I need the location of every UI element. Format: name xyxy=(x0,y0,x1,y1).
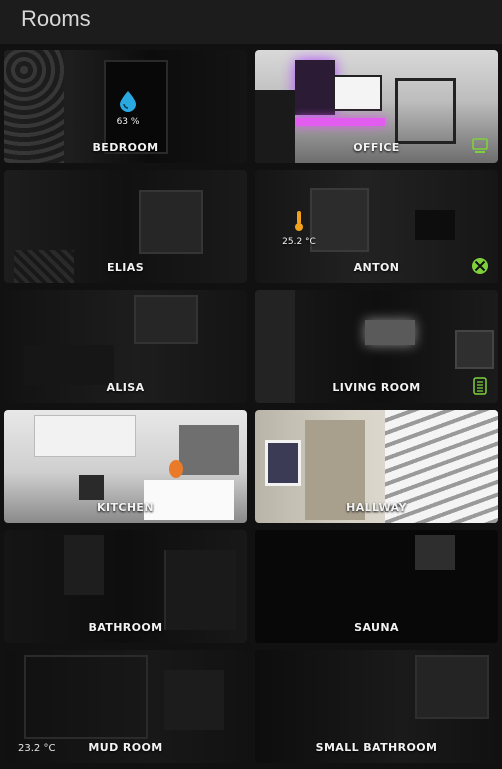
room-tile-mud-room[interactable]: 23.2 °C MUD ROOM xyxy=(4,650,247,763)
room-tile-alisa[interactable]: ALISA xyxy=(4,290,247,403)
room-name: ANTON xyxy=(353,261,400,274)
thermometer-icon xyxy=(295,211,303,231)
room-name: ALISA xyxy=(106,381,145,394)
room-tile-kitchen[interactable]: KITCHEN xyxy=(4,410,247,523)
room-name: OFFICE xyxy=(353,141,400,154)
room-tile-sauna[interactable]: SAUNA xyxy=(255,530,498,643)
water-drop-icon xyxy=(120,91,136,112)
temperature-value: 25.2 °C xyxy=(282,237,316,247)
room-name: SMALL BATHROOM xyxy=(315,741,438,754)
room-tile-bedroom[interactable]: 63 % BEDROOM xyxy=(4,50,247,163)
room-tile-hallway[interactable]: HALLWAY xyxy=(255,410,498,523)
room-name: HALLWAY xyxy=(346,501,407,514)
humidity-value: 63 % xyxy=(116,117,140,127)
room-tile-living-room[interactable]: LIVING ROOM xyxy=(255,290,498,403)
room-tile-anton[interactable]: 25.2 °C ANTON xyxy=(255,170,498,283)
room-tile-office[interactable]: OFFICE xyxy=(255,50,498,163)
room-name: SAUNA xyxy=(354,621,399,634)
room-name: LIVING ROOM xyxy=(332,381,421,394)
rooms-grid: 63 % BEDROOM OFFICE ELIAS 25.2 °C ANTON … xyxy=(4,50,498,763)
room-name: KITCHEN xyxy=(97,501,154,514)
room-name: BEDROOM xyxy=(92,141,159,154)
room-tile-elias[interactable]: ELIAS xyxy=(4,170,247,283)
page-title: Rooms xyxy=(21,6,91,31)
room-name: MUD ROOM xyxy=(88,741,163,754)
room-tile-bathroom[interactable]: BATHROOM xyxy=(4,530,247,643)
room-name: ELIAS xyxy=(106,261,145,274)
room-tile-small-bathroom[interactable]: SMALL BATHROOM xyxy=(255,650,498,763)
top-bar: Rooms xyxy=(0,0,502,44)
temperature-sensor: 25.2 °C xyxy=(279,210,319,247)
humidity-sensor: 63 % xyxy=(108,90,148,127)
room-name: BATHROOM xyxy=(88,621,163,634)
